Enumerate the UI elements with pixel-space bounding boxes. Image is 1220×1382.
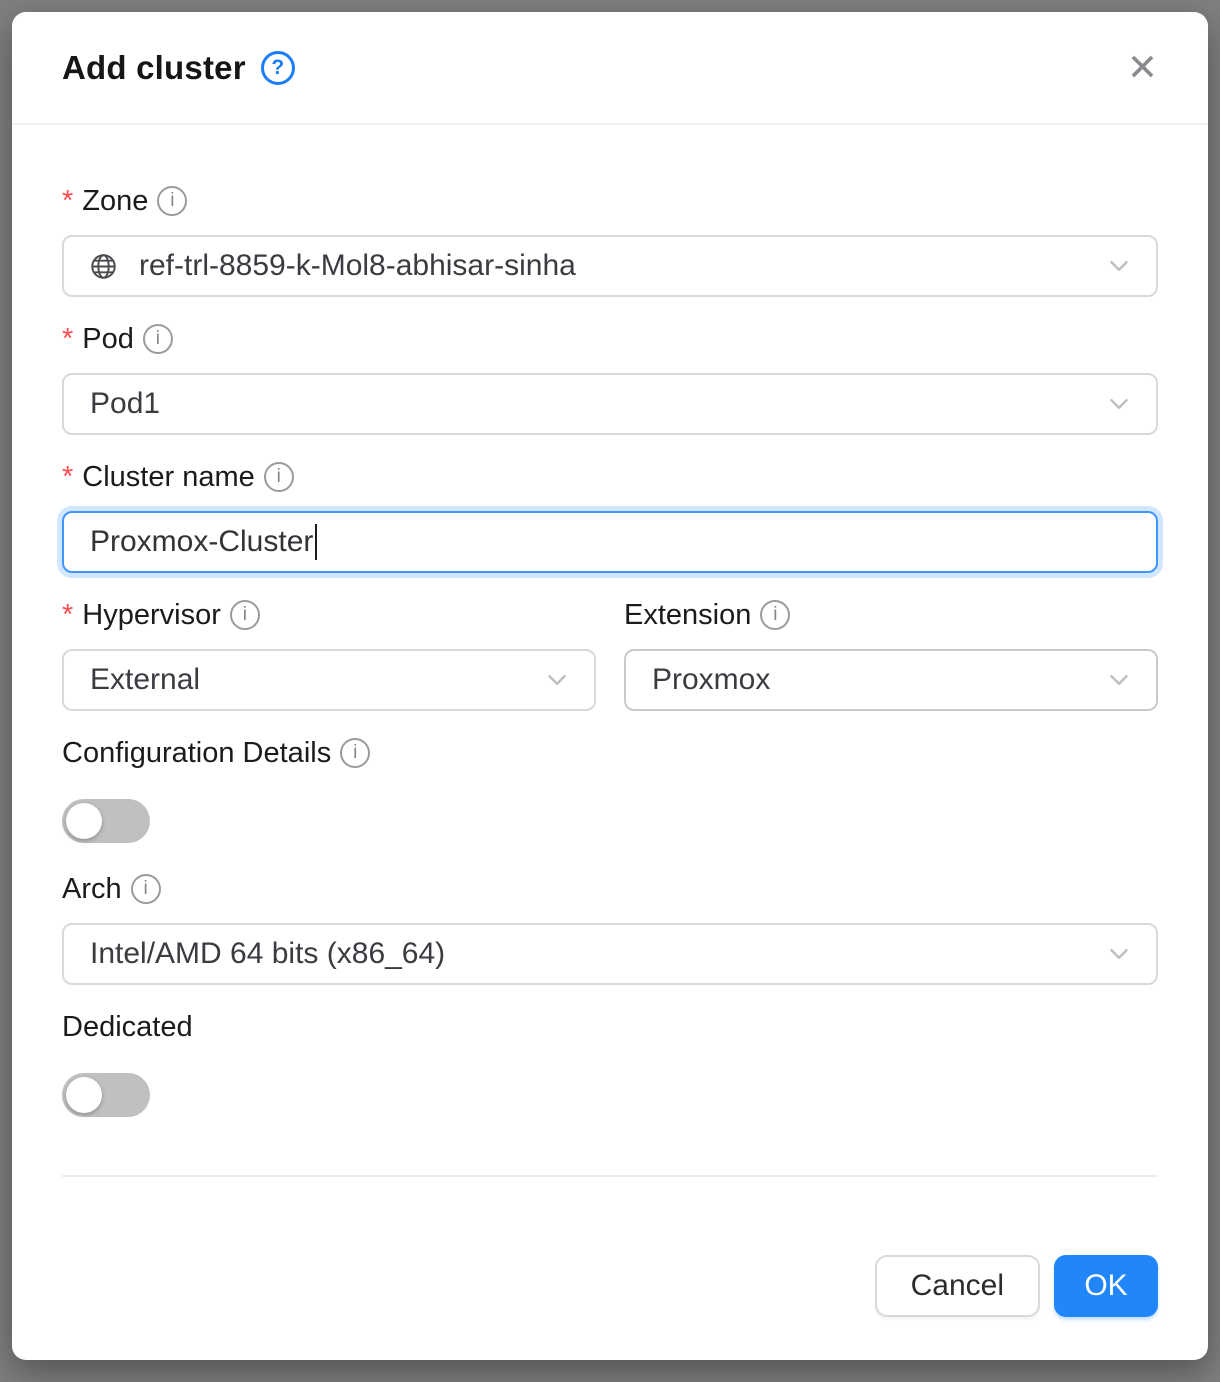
add-cluster-modal: Add cluster ? ✕ * Zone i ref-trl-8859-k [12,12,1208,1360]
hypervisor-field: * Hypervisor i External [62,599,596,711]
globe-icon [90,253,117,280]
arch-value: Intel/AMD 64 bits (x86_64) [90,937,1104,971]
info-icon[interactable]: i [264,462,294,492]
zone-label: * Zone i [62,185,1158,217]
cluster-name-field: * Cluster name i Proxmox-Cluster [62,461,1158,573]
zone-value: ref-trl-8859-k-Mol8-abhisar-sinha [139,249,1104,283]
close-button[interactable]: ✕ [1121,43,1164,92]
modal-footer: Cancel OK [62,1255,1158,1357]
add-cluster-form: * Zone i ref-trl-8859-k-Mol8-abhisar-sin… [12,125,1208,1360]
required-marker: * [62,185,73,217]
hypervisor-label: * Hypervisor i [62,599,596,631]
required-marker: * [62,599,73,631]
help-icon[interactable]: ? [261,51,295,85]
dedicated-label: Dedicated [62,1011,1158,1043]
zone-label-text: Zone [82,185,148,218]
hypervisor-select[interactable]: External [62,649,596,711]
cluster-name-label-text: Cluster name [82,461,254,494]
cluster-name-label: * Cluster name i [62,461,1158,493]
extension-select[interactable]: Proxmox [624,649,1158,711]
extension-label: Extension i [624,599,1158,631]
arch-label: Arch i [62,873,1158,905]
info-icon[interactable]: i [340,738,370,768]
info-icon[interactable]: i [157,186,187,216]
info-icon[interactable]: i [131,874,161,904]
info-icon[interactable]: i [230,600,260,630]
chevron-down-icon [1104,251,1134,281]
cluster-name-input[interactable]: Proxmox-Cluster [62,511,1158,573]
required-marker: * [62,323,73,355]
info-icon[interactable]: i [760,600,790,630]
chevron-down-icon [1104,389,1134,419]
arch-field: Arch i Intel/AMD 64 bits (x86_64) [62,873,1158,985]
extension-label-text: Extension [624,599,751,632]
footer-divider [62,1175,1158,1177]
arch-label-text: Arch [62,873,122,906]
extension-value: Proxmox [652,663,1104,697]
dedicated-label-text: Dedicated [62,1011,193,1044]
configuration-details-label: Configuration Details i [62,737,1158,769]
configuration-details-toggle[interactable] [62,799,150,843]
pod-label: * Pod i [62,323,1158,355]
ok-button[interactable]: OK [1054,1255,1158,1317]
text-caret [315,524,317,560]
pod-value: Pod1 [90,387,1104,421]
extension-field: Extension i Proxmox [624,599,1158,711]
hypervisor-extension-row: * Hypervisor i External Extension i P [62,599,1158,711]
toggle-knob [66,803,102,839]
pod-field: * Pod i Pod1 [62,323,1158,435]
required-marker: * [62,461,73,493]
cancel-button[interactable]: Cancel [875,1255,1040,1317]
hypervisor-label-text: Hypervisor [82,599,221,632]
chevron-down-icon [1104,665,1134,695]
configuration-details-label-text: Configuration Details [62,737,331,770]
close-icon: ✕ [1127,47,1158,88]
modal-header: Add cluster ? ✕ [12,12,1208,125]
dedicated-toggle[interactable] [62,1073,150,1117]
page-title: Add cluster [62,49,246,87]
info-icon[interactable]: i [143,324,173,354]
chevron-down-icon [1104,939,1134,969]
arch-select[interactable]: Intel/AMD 64 bits (x86_64) [62,923,1158,985]
hypervisor-value: External [90,663,542,697]
pod-label-text: Pod [82,323,134,356]
zone-field: * Zone i ref-trl-8859-k-Mol8-abhisar-sin… [62,185,1158,297]
dedicated-field: Dedicated [62,1011,1158,1117]
zone-select[interactable]: ref-trl-8859-k-Mol8-abhisar-sinha [62,235,1158,297]
cluster-name-value: Proxmox-Cluster [90,525,313,559]
chevron-down-icon [542,665,572,695]
toggle-knob [66,1077,102,1113]
pod-select[interactable]: Pod1 [62,373,1158,435]
configuration-details-field: Configuration Details i [62,737,1158,843]
